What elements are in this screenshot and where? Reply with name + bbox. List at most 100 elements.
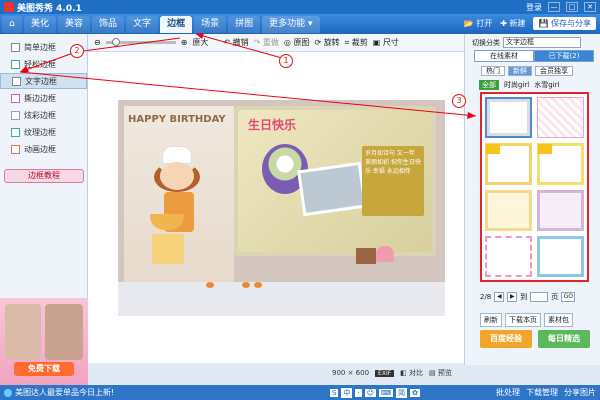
compare-button[interactable]: ◧ 对比 [400, 368, 423, 378]
sidebar-item-texture[interactable]: 纹理边框 [0, 124, 87, 140]
ad-banner[interactable]: 免费下载 [0, 298, 88, 385]
exif-button[interactable]: EXIF [375, 369, 395, 377]
sidebar-item-torn[interactable]: 撕边边框 [0, 90, 87, 106]
frame-thumbnail[interactable] [537, 235, 584, 277]
filter-hot[interactable]: 热门 [481, 66, 505, 76]
annotation-marker-3: 3 [452, 94, 466, 108]
tab-accessories[interactable]: 饰品 [92, 16, 125, 33]
save-share-label: 保存与分享 [551, 19, 591, 28]
tab-beautify[interactable]: 美化 [24, 16, 57, 33]
tab-online-materials[interactable]: 在线素材 [474, 50, 534, 62]
subfilter-fashion-girl[interactable]: 时尚girl [504, 80, 529, 90]
preview-label: 预览 [437, 369, 452, 377]
sidebar-item-text-frame[interactable]: 文字边框 [0, 73, 87, 89]
frame-thumbnail[interactable] [537, 143, 584, 185]
crop-label: 裁剪 [351, 38, 368, 47]
frame-thumbnail[interactable] [537, 97, 584, 139]
colorful-frame-icon [11, 110, 20, 120]
save-share-button[interactable]: 💾 保存与分享 [533, 17, 596, 30]
frame-thumbnail[interactable] [485, 189, 532, 231]
zoom-slider[interactable] [105, 38, 176, 46]
birthday-poem: 岁月如诗句 又一年 美丽如初 祝你生日快乐 幸福 永远相伴 [362, 146, 424, 216]
ime-emoji-icon[interactable]: ☺ [364, 388, 376, 397]
frame-thumbnail[interactable] [485, 235, 532, 277]
actual-size-button[interactable]: 原大 [192, 37, 208, 48]
filter-vip[interactable]: 会员独享 [535, 66, 573, 76]
sidebar-item-label: 简单边框 [24, 42, 56, 52]
maximize-button[interactable]: □ [566, 2, 578, 12]
prev-page-button[interactable]: ◀ [494, 292, 505, 302]
preview-button[interactable]: ▤ 预览 [429, 368, 452, 378]
refresh-button[interactable]: 刷新 [480, 313, 502, 327]
edited-photo[interactable]: HAPPY BIRTHDAY 生日快乐 岁月如诗句 又一年 美丽如初 祝你生日快… [118, 100, 445, 316]
redo-button[interactable]: ↷ 重做 [254, 37, 279, 48]
go-button[interactable]: GO [561, 292, 576, 302]
ime-chinese-toggle[interactable]: 中 [341, 387, 353, 398]
happy-birthday-text: HAPPY BIRTHDAY [128, 114, 226, 125]
sidebar-item-animated[interactable]: 动画边框 [0, 141, 87, 157]
resize-button[interactable]: ▣ 尺寸 [373, 37, 399, 48]
sidebar-item-label: 动画边框 [24, 144, 56, 154]
tab-collage[interactable]: 拼图 [228, 16, 261, 33]
subfilter-all[interactable]: 全部 [479, 80, 499, 90]
open-button[interactable]: 📂 打开 [464, 18, 493, 29]
sidebar-item-easy[interactable]: 轻松边框 [0, 56, 87, 72]
original-button[interactable]: ◎ 原图 [284, 37, 310, 48]
animated-frame-icon [11, 144, 20, 154]
tab-more-features[interactable]: 更多功能 ▾ [262, 16, 320, 33]
tab-beauty[interactable]: 美容 [58, 16, 91, 33]
new-badge [486, 144, 500, 155]
chef-face [160, 162, 194, 190]
ime-logo-icon[interactable]: S [330, 388, 339, 397]
redo-label: 重做 [262, 38, 279, 47]
share-image-button[interactable]: 分享图片 [564, 387, 596, 398]
download-manager-button[interactable]: 下载管理 [526, 387, 558, 398]
tab-downloaded[interactable]: 已下载(2) [534, 50, 594, 62]
birthday-card-frame: 生日快乐 岁月如诗句 又一年 美丽如初 祝你生日快乐 幸福 永远相伴 [234, 106, 436, 256]
new-button[interactable]: ✚ 新建 [500, 18, 525, 29]
category-select[interactable]: 文字边框 [503, 37, 581, 48]
annotation-marker-1: 1 [279, 54, 293, 68]
ime-toolbar: S 中 · ☺ ⌨ 简 ✿ [330, 387, 420, 398]
frame-thumbnail[interactable] [485, 97, 532, 139]
close-button[interactable]: ✕ [584, 2, 596, 12]
zoom-slider-thumb[interactable] [111, 38, 120, 46]
page-input[interactable] [530, 292, 549, 302]
daily-picks-banner[interactable]: 每日精选 [538, 330, 590, 348]
material-pack-button[interactable]: 素材包 [544, 313, 573, 327]
tab-home[interactable]: ⌂ [2, 16, 22, 33]
tab-frames[interactable]: 边框 [160, 16, 193, 33]
ime-punct-toggle[interactable]: · [355, 388, 362, 397]
minimize-button[interactable]: — [548, 2, 560, 12]
canvas-info-bar: 900 × 600 EXIF ◧ 对比 ▤ 预览 [332, 368, 452, 378]
ime-skin-icon[interactable]: ✿ [410, 388, 420, 397]
frame-thumbnail[interactable] [537, 189, 584, 231]
promo-banner[interactable]: 百度经验 [480, 330, 532, 348]
filter-new[interactable]: 新鲜 [508, 66, 532, 76]
next-page-button[interactable]: ▶ [507, 292, 518, 302]
ime-keyboard-icon[interactable]: ⌨ [379, 388, 394, 397]
page-indicator: 2/8 [480, 293, 492, 301]
frame-tutorial-button[interactable]: 边框教程 [4, 169, 84, 183]
crop-button[interactable]: ⌗ 裁剪 [345, 37, 368, 48]
free-download-button[interactable]: 免费下载 [14, 362, 74, 376]
torn-frame-icon [11, 93, 20, 103]
rotate-button[interactable]: ⟳ 旋转 [314, 37, 339, 48]
tab-scenes[interactable]: 场景 [194, 16, 227, 33]
counter-floor [118, 282, 445, 316]
tab-text[interactable]: 文字 [126, 16, 159, 33]
rotate-label: 旋转 [323, 38, 340, 47]
title-bar: 美图秀秀 4.0.1 登录 — □ ✕ [0, 0, 600, 14]
download-page-button[interactable]: 下载本页 [505, 313, 541, 327]
ime-simplified-toggle[interactable]: 简 [396, 387, 408, 398]
undo-button[interactable]: ↶ 撤销 [223, 37, 248, 48]
zoom-out-icon[interactable]: ⊖ [94, 38, 101, 47]
login-link[interactable]: 登录 [526, 2, 542, 13]
status-message[interactable]: 美图达人最爱单品今日上新! [15, 387, 114, 398]
frame-thumbnail[interactable] [485, 143, 532, 185]
subfilter-snow-girl[interactable]: 水雪girl [534, 80, 559, 90]
frame-thumbnail-grid [480, 92, 589, 282]
zoom-in-icon[interactable]: ⊕ [181, 38, 188, 47]
sidebar-item-colorful[interactable]: 炫彩边框 [0, 107, 87, 123]
batch-process-button[interactable]: 批处理 [496, 387, 520, 398]
